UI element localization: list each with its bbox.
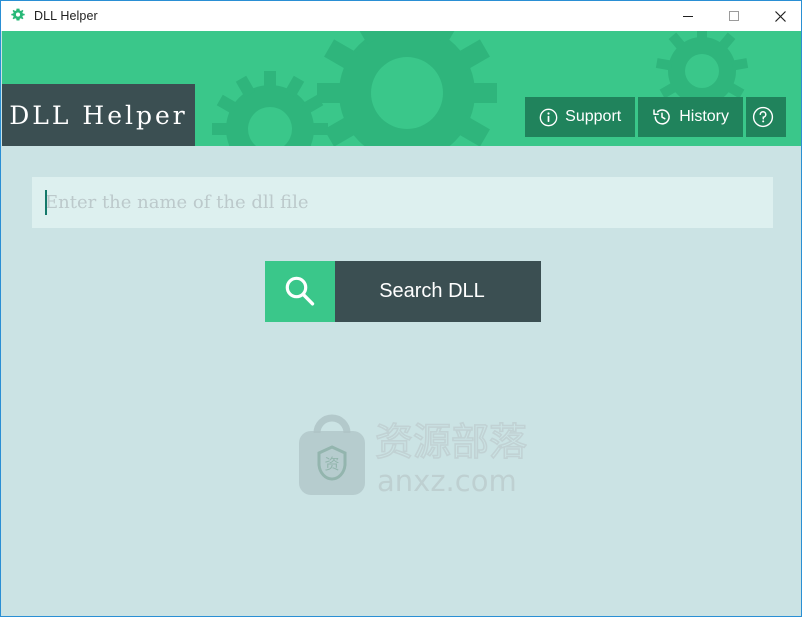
dll-name-input[interactable]: [32, 177, 773, 228]
maximize-icon: [729, 11, 739, 21]
window-title: DLL Helper: [34, 9, 98, 23]
support-button[interactable]: Support: [525, 97, 636, 137]
watermark-site-text: anxz.com: [377, 464, 517, 498]
support-button-label: Support: [565, 108, 622, 125]
watermark-cn-text: 资源部落: [375, 420, 527, 464]
application-window: DLL Helper DLL Helper Support History En…: [0, 0, 802, 617]
main-content: Search DLL 资 资源部落 anxz.com: [2, 146, 801, 616]
minimize-button[interactable]: [665, 1, 711, 31]
title-bar-drag-region[interactable]: DLL Helper: [1, 1, 665, 31]
app-logo-text: DLL Helper: [9, 100, 188, 130]
question-circle-icon: [752, 106, 773, 128]
magnifier-icon: [285, 276, 315, 305]
maximize-button[interactable]: [711, 1, 757, 31]
search-dll-button[interactable]: Search DLL: [265, 261, 541, 322]
help-button[interactable]: [746, 97, 786, 137]
header-action-buttons: Support History: [525, 97, 786, 137]
history-button[interactable]: History: [638, 97, 743, 137]
search-button-text-zone: Search DLL: [335, 261, 541, 322]
search-button-icon-zone: [265, 261, 335, 322]
text-caret: [45, 190, 47, 215]
app-header: DLL Helper Support History: [2, 31, 801, 146]
window-controls: [665, 1, 801, 31]
history-button-label: History: [679, 108, 729, 125]
svg-text:资: 资: [324, 455, 339, 473]
close-button[interactable]: [757, 1, 801, 31]
app-logo: DLL Helper: [2, 84, 195, 146]
shield-bag-icon: 资: [299, 414, 365, 495]
minimize-icon: [683, 16, 693, 17]
close-icon: [774, 10, 786, 22]
gear-icon: [11, 8, 25, 21]
search-button-label: Search DLL: [379, 280, 485, 302]
info-circle-icon: [539, 108, 558, 126]
site-watermark: 资 资源部落 anxz.com: [297, 411, 527, 511]
title-bar: DLL Helper: [1, 0, 801, 31]
history-clock-icon: [653, 109, 671, 125]
dll-search-field-wrapper: [32, 177, 773, 228]
